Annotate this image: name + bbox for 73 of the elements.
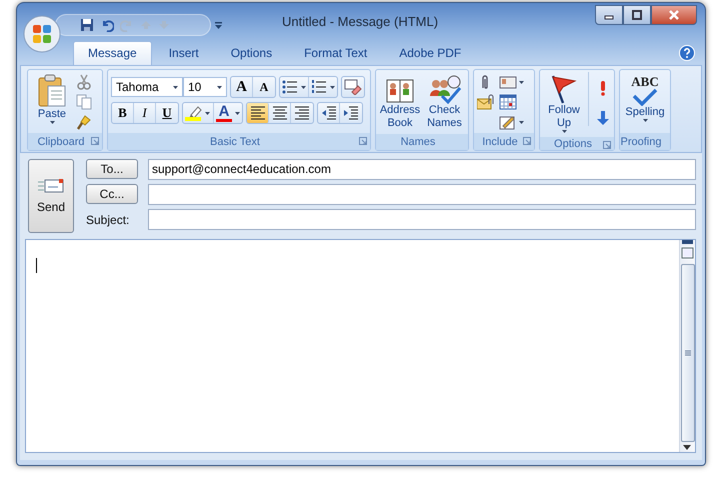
group-label: Basic Text [210, 136, 260, 148]
cc-button[interactable]: Cc... [86, 184, 138, 204]
align-right-icon [294, 105, 310, 121]
down-arrow-icon[interactable] [595, 110, 611, 126]
ribbon-tab[interactable]: Format Text [289, 41, 382, 65]
group-label: Include [482, 136, 518, 148]
highlight-button[interactable] [183, 103, 214, 123]
font-size-combo[interactable]: 10 [183, 77, 227, 97]
format-painter-icon[interactable] [76, 114, 92, 130]
eraser-icon [344, 79, 362, 95]
office-logo-icon[interactable] [23, 15, 61, 53]
bold-button[interactable]: B [112, 103, 134, 123]
envelope-attach-icon[interactable] [477, 94, 495, 110]
ribbon-tab[interactable]: Insert [154, 41, 214, 65]
group-label: Options [554, 138, 592, 150]
align-center-icon [272, 105, 288, 121]
clipboard-icon [37, 74, 67, 108]
dropdown-arrow-icon [642, 119, 648, 122]
dropdown-arrow-icon [217, 86, 222, 88]
maximize-icon [631, 10, 643, 20]
dropdown-arrow-icon [173, 86, 178, 88]
underline-button[interactable]: U [156, 103, 178, 123]
minimize-button[interactable] [595, 5, 623, 25]
cc-field[interactable] [148, 184, 696, 205]
business-card-icon[interactable] [499, 74, 525, 90]
spelling-button[interactable]: ABC Spelling [623, 72, 667, 124]
ribbon-tab[interactable]: Message [73, 41, 152, 65]
to-button[interactable]: To... [86, 159, 138, 179]
ribbon-tab[interactable]: Options [216, 41, 288, 65]
help-icon[interactable] [679, 45, 695, 61]
dropdown-arrow-icon [235, 112, 240, 114]
shrink-font-button[interactable]: A [253, 77, 275, 97]
flag-icon [549, 74, 579, 104]
group-label: Proofing [620, 136, 662, 148]
group-label: Clipboard [37, 136, 85, 148]
save-icon[interactable] [80, 18, 94, 32]
bulleted-list-icon [282, 80, 306, 94]
grow-font-button[interactable]: A [231, 77, 253, 97]
window-title: Untitled - Message (HTML) [282, 14, 438, 28]
subject-label: Subject: [86, 212, 130, 228]
scissors-icon[interactable] [76, 74, 92, 90]
customize-menu-icon[interactable] [215, 22, 223, 30]
dropdown-arrow-icon [50, 121, 54, 124]
maximize-button[interactable] [623, 5, 651, 25]
dropdown-arrow-icon [562, 130, 566, 133]
align-left-button[interactable] [247, 103, 269, 123]
highlighter-icon [185, 105, 211, 121]
bullets-button[interactable] [280, 77, 309, 97]
spelling-icon-text: ABC [631, 74, 659, 88]
subject-field[interactable] [148, 209, 696, 230]
follow-up-button[interactable]: Follow Up [543, 72, 585, 135]
outdent-icon [320, 105, 336, 121]
ribbon-tab[interactable]: Adobe PDF [384, 41, 476, 65]
people-check-icon [428, 74, 462, 104]
group-label: Names [400, 136, 436, 148]
indent-icon [343, 105, 359, 121]
calendar-icon[interactable] [499, 94, 519, 110]
envelope-icon [38, 178, 64, 194]
check-names-button[interactable]: Check Names [424, 72, 465, 132]
address-book-button[interactable]: Address Book [379, 72, 421, 132]
align-left-icon [250, 105, 266, 121]
italic-button[interactable]: I [134, 103, 156, 123]
send-button[interactable]: Send [28, 159, 74, 233]
undo-icon[interactable] [100, 18, 114, 32]
paste-button[interactable]: Paste [31, 72, 73, 126]
to-field[interactable]: support@connect4education.com [148, 159, 696, 180]
clear-formatting-button[interactable] [342, 77, 364, 97]
close-icon [668, 10, 680, 20]
numbered-list-icon [311, 80, 335, 94]
close-button[interactable] [651, 5, 697, 25]
signature-icon[interactable] [499, 114, 525, 130]
font-combo[interactable]: Tahoma [111, 77, 183, 97]
checkmark-icon [632, 88, 658, 106]
